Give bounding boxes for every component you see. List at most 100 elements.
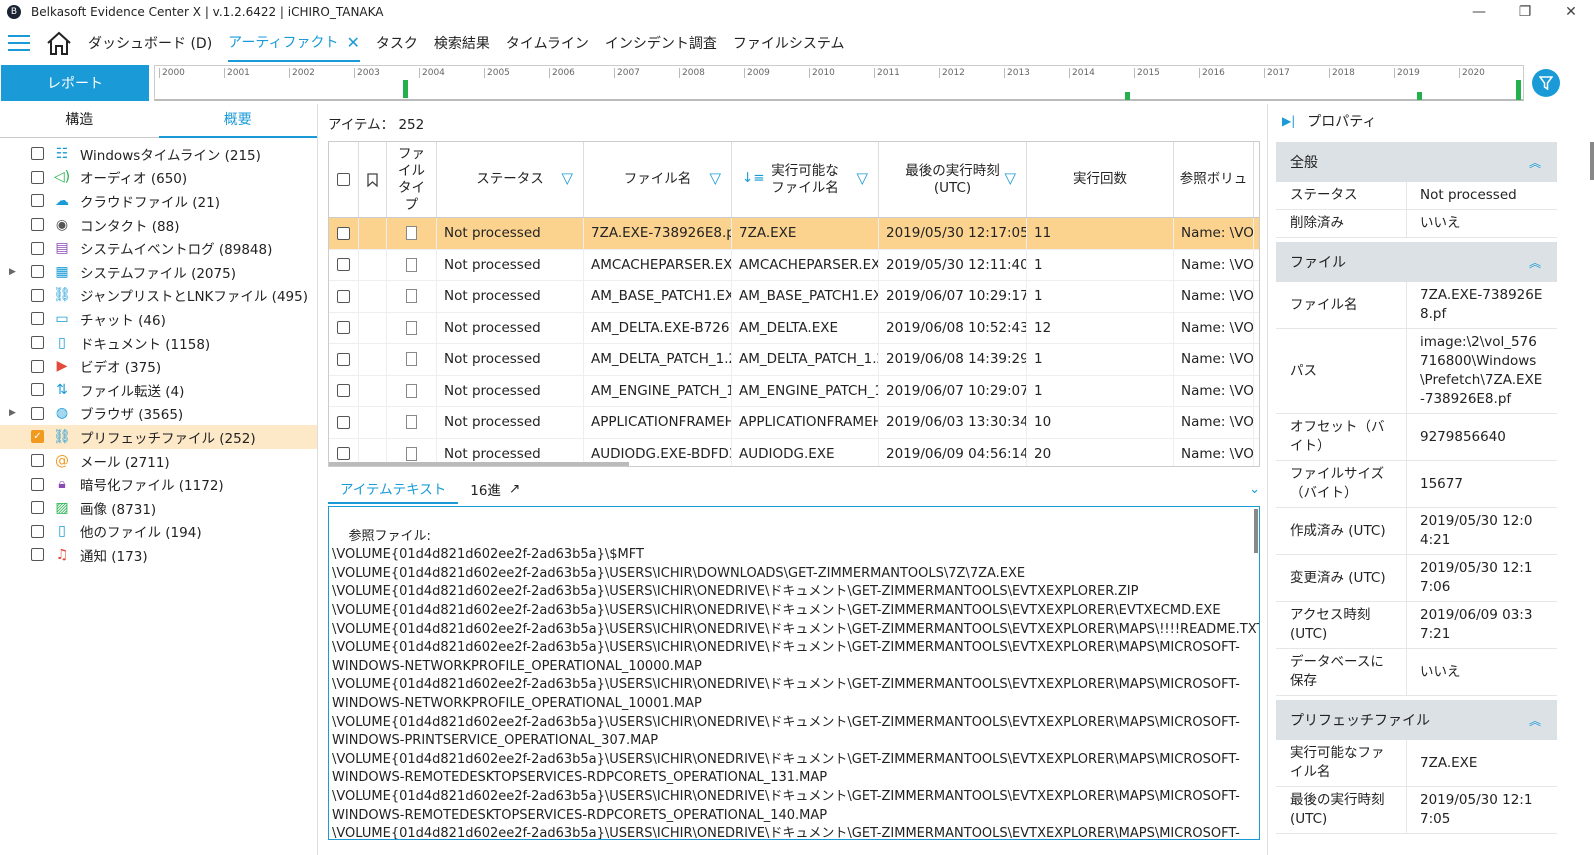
properties-scrollbar[interactable] xyxy=(1590,142,1594,180)
item-text-content[interactable]: 参照ファイル: \VOLUME{01d4d821d602ee2f-2ad63b5… xyxy=(328,506,1260,840)
header-file-type[interactable]: ファイルタイプ xyxy=(387,142,437,217)
horizontal-scrollbar[interactable] xyxy=(329,462,629,466)
row-checkbox[interactable] xyxy=(337,384,350,398)
tree-item[interactable]: ▶ ビデオ (375) xyxy=(0,354,317,378)
tree-item-checkbox[interactable] xyxy=(31,194,44,208)
table-row[interactable]: Not processed AM_DELTA_PATCH_1.2 AM_DELTA_… xyxy=(329,344,1259,376)
tab-dashboard[interactable]: ダッシュボード (D) xyxy=(88,24,212,62)
table-row[interactable]: Not processed APPLICATIONFRAMEH APPLICATIO… xyxy=(329,407,1259,439)
tree-item[interactable]: ⇅ ファイル転送 (4) xyxy=(0,378,317,402)
chevron-up-icon[interactable]: ︽ xyxy=(1529,154,1541,171)
row-checkbox-cell[interactable] xyxy=(329,344,359,375)
property-value[interactable]: 7ZA.EXE-738926E8.pf xyxy=(1407,282,1557,328)
property-value[interactable]: 2019/05/30 12:17:06 xyxy=(1407,555,1557,601)
select-all-checkbox[interactable] xyxy=(329,142,359,217)
property-section-header[interactable]: 全般 ︽ xyxy=(1276,142,1557,182)
close-tab-icon[interactable]: ✕ xyxy=(346,33,359,52)
filter-icon[interactable] xyxy=(1532,69,1560,97)
table-row[interactable]: Not processed AM_ENGINE_PATCH_1 AM_ENGINE_… xyxy=(329,375,1259,407)
tab-item-text[interactable]: アイテムテキスト xyxy=(328,474,459,504)
table-row[interactable]: Not processed AMCACHEPARSER.EXE AMCACHEPAR… xyxy=(329,249,1259,281)
tree-item-checkbox[interactable] xyxy=(31,288,44,302)
row-checkbox-cell[interactable] xyxy=(329,375,359,406)
bookmark-cell[interactable] xyxy=(359,281,387,312)
property-value[interactable]: 2019/05/30 12:17:05 xyxy=(1407,787,1557,833)
chevron-up-icon[interactable]: ︽ xyxy=(1529,712,1541,729)
external-link-icon[interactable]: ↗ xyxy=(509,481,520,497)
table-row[interactable]: Not processed AM_BASE_PATCH1.EXE AM_BASE_P… xyxy=(329,281,1259,313)
tree-item[interactable]: ▶ ▦ システムファイル (2075) xyxy=(0,260,317,284)
timeline-bar[interactable]: 2000 2001 2002 2003 2004 2005 2006 2007 2008 2009… xyxy=(154,65,1524,101)
property-value[interactable]: 2019/05/30 12:04:21 xyxy=(1407,508,1557,554)
tab-hex[interactable]: 16進 ↗ xyxy=(458,474,532,504)
timeline-activity-marker[interactable] xyxy=(1516,80,1521,100)
sort-icon[interactable]: ↓≡ xyxy=(742,170,765,187)
vertical-scrollbar[interactable] xyxy=(1254,509,1258,553)
timeline-activity-marker[interactable] xyxy=(1125,92,1130,100)
tree-item-checkbox[interactable] xyxy=(31,383,44,397)
close-icon[interactable]: ✕ xyxy=(1548,0,1594,24)
tree-item[interactable]: ▭ チャット (46) xyxy=(0,307,317,331)
row-checkbox-cell[interactable] xyxy=(329,407,359,438)
tree-item[interactable]: ▶ ◍ ブラウザ (3565) xyxy=(0,402,317,426)
tree-item-checkbox[interactable] xyxy=(31,454,44,468)
tree-item[interactable]: ◁) オーディオ (650) xyxy=(0,166,317,190)
tree-item-checkbox[interactable]: ✓ xyxy=(31,430,44,444)
header-volume[interactable]: 参照ボリュ xyxy=(1174,142,1254,217)
report-button[interactable]: レポート xyxy=(1,65,149,101)
row-checkbox[interactable] xyxy=(337,258,350,272)
tree-item-checkbox[interactable] xyxy=(31,241,44,255)
property-value[interactable]: いいえ xyxy=(1407,210,1557,237)
header-status[interactable]: ステータス ▽ xyxy=(437,142,584,217)
bookmark-cell[interactable] xyxy=(359,218,387,249)
property-value[interactable]: Not processed xyxy=(1407,182,1557,209)
tree-item-checkbox[interactable] xyxy=(31,170,44,184)
property-value[interactable]: 2019/06/09 03:37:21 xyxy=(1407,602,1557,648)
column-filter-icon[interactable]: ▽ xyxy=(1004,170,1016,187)
tab-tasks[interactable]: タスク xyxy=(376,24,418,62)
tree-item[interactable]: @ メール (2711) xyxy=(0,449,317,473)
tab-search-results[interactable]: 検索結果 xyxy=(434,24,490,62)
tree-item-checkbox[interactable] xyxy=(31,147,44,161)
row-checkbox-cell[interactable] xyxy=(329,281,359,312)
row-checkbox[interactable] xyxy=(337,352,350,366)
tree-item-checkbox[interactable] xyxy=(31,524,44,538)
tree-item-checkbox[interactable] xyxy=(31,477,44,491)
minimize-icon[interactable]: — xyxy=(1456,0,1502,24)
home-icon[interactable] xyxy=(46,30,72,56)
row-checkbox-cell[interactable] xyxy=(329,249,359,280)
row-checkbox[interactable] xyxy=(337,321,350,335)
tree-item[interactable]: ▯ ドキュメント (1158) xyxy=(0,331,317,355)
column-filter-icon[interactable]: ▽ xyxy=(709,170,721,187)
property-value[interactable]: 15677 xyxy=(1407,461,1557,507)
bookmark-cell[interactable] xyxy=(359,407,387,438)
row-checkbox[interactable] xyxy=(337,226,350,240)
bookmark-cell[interactable] xyxy=(359,249,387,280)
bookmark-cell[interactable] xyxy=(359,375,387,406)
tab-overview[interactable]: 概要 xyxy=(158,104,317,138)
header-last-run[interactable]: 最後の実行時刻 (UTC) ▽ xyxy=(879,142,1027,217)
tab-file-system[interactable]: ファイルシステム xyxy=(733,24,845,62)
row-checkbox-cell[interactable] xyxy=(329,218,359,249)
tree-item[interactable]: 🔒︎ 暗号化ファイル (1172) xyxy=(0,472,317,496)
header-run-count[interactable]: 実行回数 xyxy=(1027,142,1174,217)
tree-item[interactable]: ▯ 他のファイル (194) xyxy=(0,520,317,544)
timeline-activity-marker[interactable] xyxy=(403,80,408,98)
bookmark-icon[interactable] xyxy=(359,142,387,217)
tree-item[interactable]: ▤ システムイベントログ (89848) xyxy=(0,236,317,260)
column-filter-icon[interactable]: ▽ xyxy=(856,170,868,187)
header-executable-name[interactable]: ↓≡ 実行可能な ファイル名 ▽ xyxy=(732,142,879,217)
property-value[interactable]: image:\2\vol_576716800\Windows\Prefetch\… xyxy=(1407,329,1557,413)
property-section-header[interactable]: ファイル ︽ xyxy=(1276,242,1557,282)
bookmark-cell[interactable] xyxy=(359,344,387,375)
tree-item-checkbox[interactable] xyxy=(31,265,44,279)
timeline-activity-marker[interactable] xyxy=(1417,92,1422,100)
tree-item[interactable]: ☷ Windowsタイムライン (215) xyxy=(0,142,317,166)
row-checkbox-cell[interactable] xyxy=(329,312,359,343)
tree-item[interactable]: ◉ コンタクト (88) xyxy=(0,213,317,237)
expand-arrow-icon[interactable]: ▶ xyxy=(9,267,16,277)
property-section-header[interactable]: プリフェッチファイル ︽ xyxy=(1276,700,1557,740)
table-row[interactable]: Not processed 7ZA.EXE-738926E8.pf 7ZA.EXE 2… xyxy=(329,218,1259,250)
tree-item-checkbox[interactable] xyxy=(31,218,44,232)
chevron-down-icon[interactable]: ⌄ xyxy=(1249,482,1260,497)
